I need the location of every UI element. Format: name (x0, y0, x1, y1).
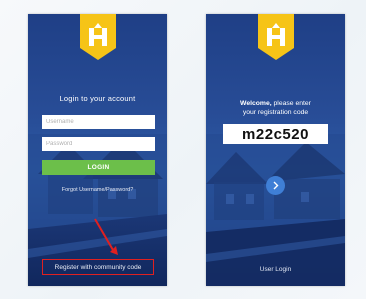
welcome-line1: please enter (271, 100, 311, 107)
red-arrow-icon (94, 218, 118, 255)
chevron-right-icon (273, 181, 279, 190)
user-login-link[interactable]: User Login (206, 266, 345, 273)
login-screen: Login to your account LOGIN Forgot Usern… (28, 14, 167, 286)
welcome-bold: Welcome, (240, 100, 272, 107)
welcome-message: Welcome, please enter your registration … (206, 99, 345, 117)
house-logo-icon (257, 14, 294, 60)
registration-screen: Welcome, please enter your registration … (206, 14, 345, 286)
next-button[interactable] (266, 176, 285, 195)
welcome-line2: your registration code (242, 109, 309, 116)
register-community-code-link[interactable]: Register with community code (42, 259, 154, 275)
registration-code-field[interactable]: m22c520 (223, 124, 328, 144)
